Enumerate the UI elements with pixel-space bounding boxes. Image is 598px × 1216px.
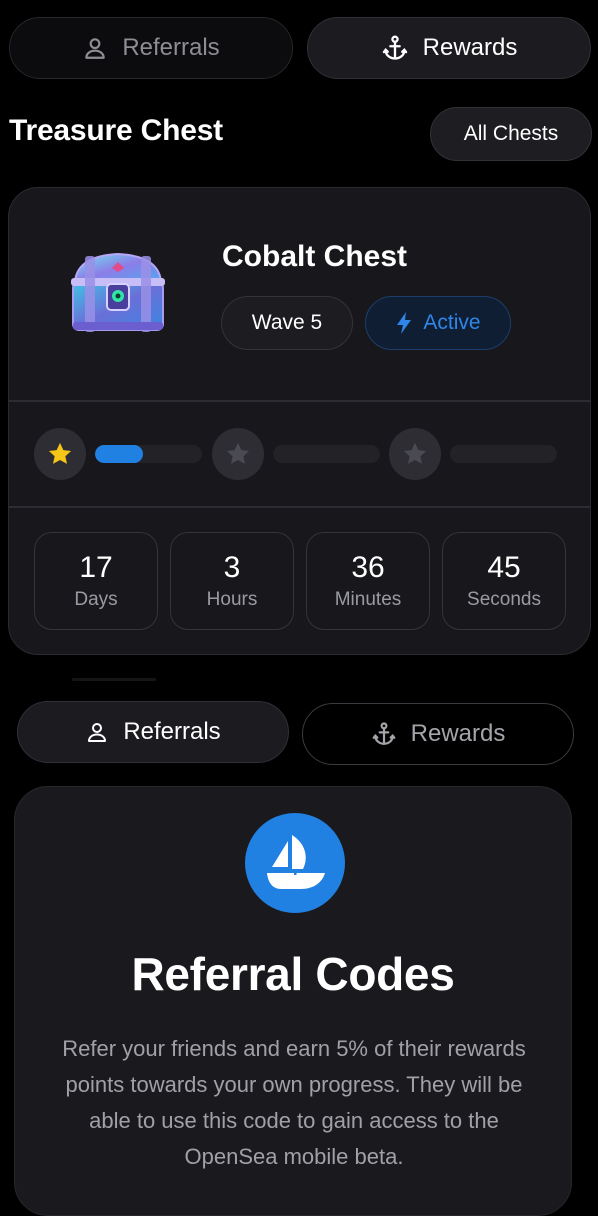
progress-fill bbox=[95, 445, 144, 463]
referral-title: Referral Codes bbox=[131, 948, 455, 1000]
chest-name: Cobalt Chest bbox=[222, 240, 408, 273]
countdown-unit: Minutes bbox=[334, 589, 402, 610]
star-icon bbox=[226, 442, 250, 464]
lightning-bolt-icon bbox=[397, 312, 412, 334]
section-title: Treasure Chest bbox=[9, 114, 223, 147]
wave-label: Wave 5 bbox=[251, 311, 323, 334]
all-chests-button[interactable]: All Chests bbox=[430, 107, 592, 161]
countdown-unit: Days bbox=[74, 589, 118, 610]
countdown-unit: Hours bbox=[206, 589, 258, 610]
referral-card: Referral Codes Refer your friends and ea… bbox=[14, 786, 572, 1216]
countdown-value: 3 bbox=[223, 551, 241, 584]
star-icon bbox=[48, 442, 72, 464]
wave-badge: Wave 5 bbox=[221, 296, 353, 350]
progress-segment-1 bbox=[95, 445, 202, 463]
divider bbox=[72, 678, 156, 681]
referral-description: Refer your friends and earn 5% of their … bbox=[62, 1036, 526, 1169]
star-milestone-2 bbox=[212, 428, 264, 480]
tab-rewards-top[interactable]: Rewards bbox=[307, 17, 591, 79]
countdown-days: 17 Days bbox=[34, 532, 158, 630]
person-icon bbox=[88, 723, 107, 742]
status-label: Active bbox=[423, 311, 481, 334]
tab-label: Referrals bbox=[122, 34, 220, 61]
progress-segment-3 bbox=[450, 445, 557, 463]
anchor-icon bbox=[372, 722, 396, 745]
tab-label: Referrals bbox=[123, 718, 221, 745]
countdown-value: 45 bbox=[487, 551, 521, 584]
countdown-value: 36 bbox=[351, 551, 385, 584]
person-icon bbox=[85, 38, 106, 59]
status-badge: Active bbox=[365, 296, 511, 350]
anchor-icon bbox=[382, 35, 407, 60]
star-icon bbox=[403, 442, 427, 464]
countdown-minutes: 36 Minutes bbox=[306, 532, 430, 630]
tab-referrals-top[interactable]: Referrals bbox=[9, 17, 293, 79]
countdown-hours: 3 Hours bbox=[170, 532, 294, 630]
tab-referrals-bottom[interactable]: Referrals bbox=[17, 701, 289, 763]
star-milestone-1 bbox=[34, 428, 86, 480]
countdown-unit: Seconds bbox=[467, 589, 541, 610]
countdown-seconds: 45 Seconds bbox=[442, 532, 566, 630]
divider bbox=[9, 400, 590, 402]
divider bbox=[9, 506, 590, 508]
opensea-logo-icon bbox=[245, 813, 345, 913]
countdown-value: 17 bbox=[79, 551, 113, 584]
chest-card: Cobalt Chest Wave 5 Active 17 Days 3 Hou… bbox=[8, 187, 591, 655]
tab-rewards-bottom[interactable]: Rewards bbox=[302, 703, 574, 765]
star-milestone-3 bbox=[389, 428, 441, 480]
progress-segment-2 bbox=[273, 445, 380, 463]
treasure-chest-icon bbox=[71, 252, 165, 332]
tab-label: Rewards bbox=[410, 720, 506, 747]
tab-label: Rewards bbox=[422, 34, 518, 61]
